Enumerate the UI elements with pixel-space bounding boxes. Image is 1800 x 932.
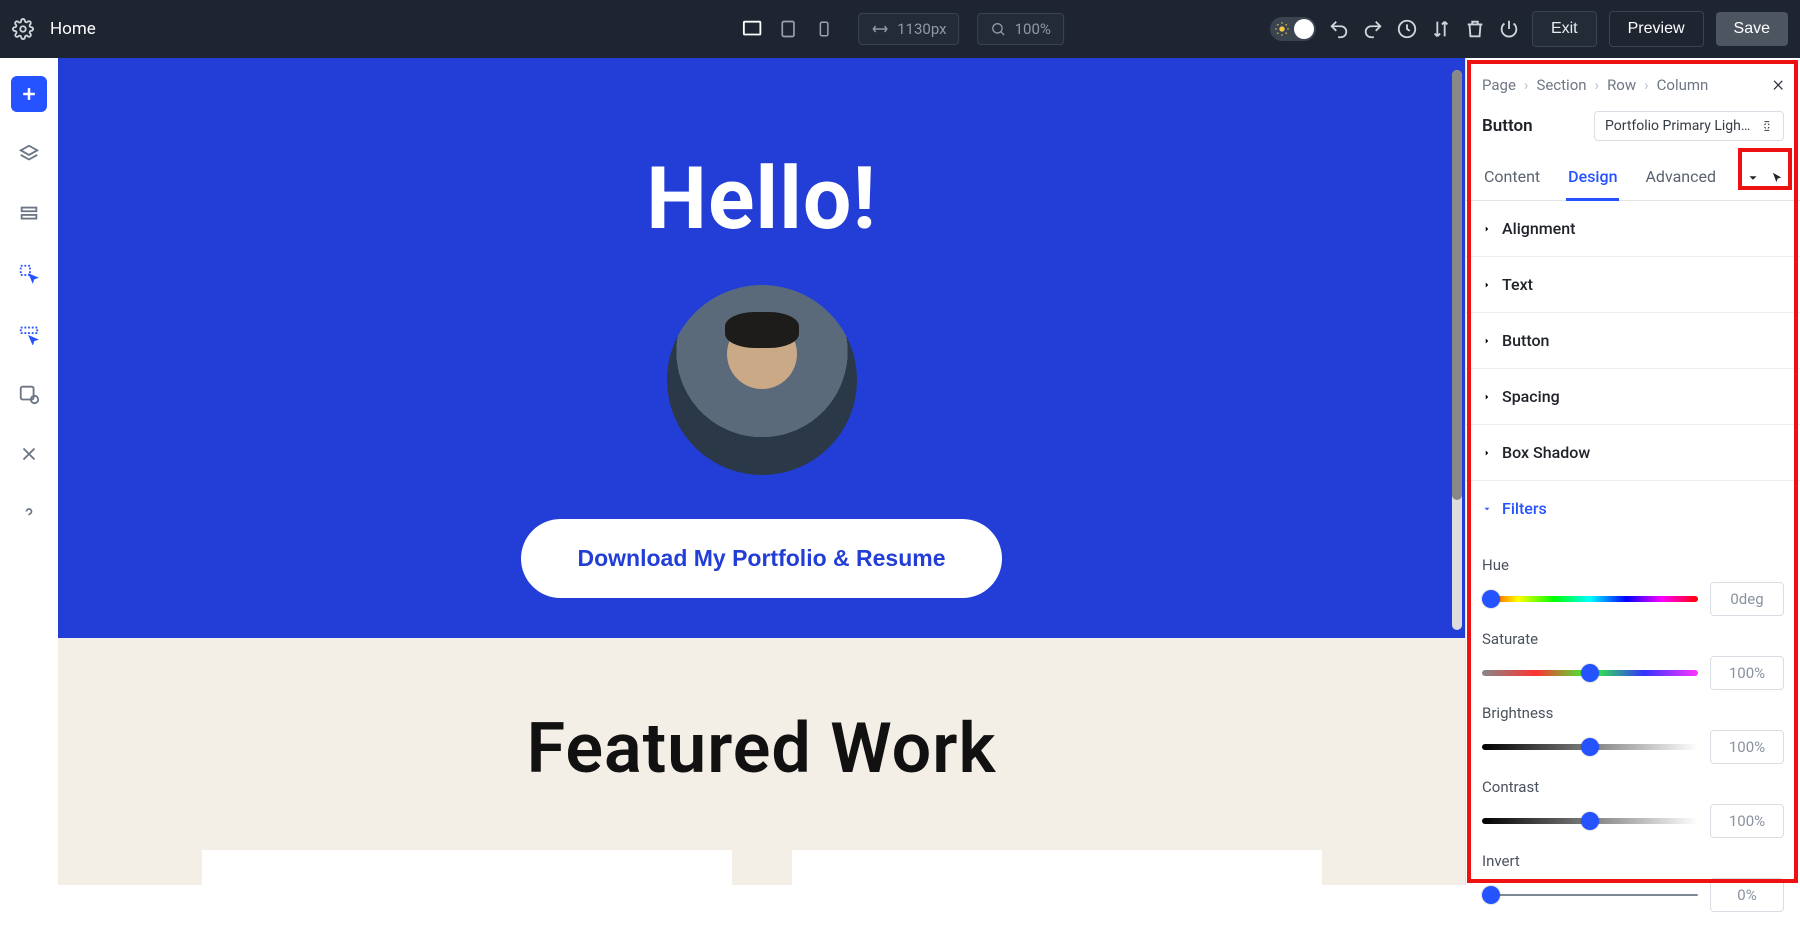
filter-contrast: Contrast 100% <box>1482 778 1784 838</box>
contrast-slider[interactable] <box>1482 818 1698 824</box>
chevron-down-icon[interactable] <box>1746 171 1760 185</box>
device-tablet[interactable] <box>772 13 804 45</box>
help-button[interactable] <box>11 496 47 532</box>
undo-icon[interactable] <box>1328 18 1350 40</box>
toggle-knob <box>1294 19 1314 39</box>
device-switcher <box>736 13 840 45</box>
breadcrumb: Page› Section› Row› Column × <box>1466 58 1800 107</box>
canvas[interactable]: Hello! Download My Portfolio & Resume Fe… <box>58 58 1465 885</box>
featured-section[interactable]: Featured Work <box>58 638 1465 885</box>
brightness-value[interactable]: 100% <box>1710 730 1784 764</box>
hue-slider[interactable] <box>1482 596 1698 602</box>
hero-title[interactable]: Hello! <box>646 148 877 249</box>
power-icon[interactable] <box>1498 18 1520 40</box>
select-mode-button[interactable] <box>11 256 47 292</box>
brightness-slider[interactable] <box>1482 744 1698 750</box>
close-icon[interactable]: × <box>1772 72 1784 97</box>
tools-button[interactable] <box>11 436 47 472</box>
featured-title[interactable]: Featured Work <box>58 708 1465 790</box>
work-card[interactable] <box>202 850 732 885</box>
preset-label: Portfolio Primary Light... <box>1605 118 1753 134</box>
sort-icon[interactable] <box>1430 18 1452 40</box>
trash-icon[interactable] <box>1464 18 1486 40</box>
caret-down-icon <box>1482 504 1492 514</box>
filter-saturate: Saturate 100% <box>1482 630 1784 690</box>
left-toolbar <box>0 58 58 885</box>
breadcrumb-item[interactable]: Section <box>1536 76 1586 94</box>
gear-icon[interactable] <box>12 18 34 40</box>
saturate-slider[interactable] <box>1482 670 1698 676</box>
caret-right-icon <box>1482 336 1492 346</box>
home-link[interactable]: Home <box>50 19 96 39</box>
section-box-shadow[interactable]: Box Shadow <box>1466 425 1800 481</box>
filter-invert: Invert 0% <box>1482 852 1784 912</box>
filter-brightness: Brightness 100% <box>1482 704 1784 764</box>
section-button[interactable]: Button <box>1466 313 1800 369</box>
filter-hue: Hue 0deg <box>1482 556 1784 616</box>
canvas-width-value: 1130px <box>897 20 946 38</box>
work-card[interactable] <box>792 850 1322 885</box>
section-spacing[interactable]: Spacing <box>1466 369 1800 425</box>
database-button[interactable] <box>11 376 47 412</box>
exit-button[interactable]: Exit <box>1532 11 1597 47</box>
invert-value[interactable]: 0% <box>1710 878 1784 912</box>
zoom-value: 100% <box>1015 20 1051 38</box>
canvas-width-input[interactable]: 1130px <box>858 13 959 45</box>
caret-right-icon <box>1482 392 1492 402</box>
tab-design[interactable]: Design <box>1566 155 1619 200</box>
tab-advanced[interactable]: Advanced <box>1643 155 1718 200</box>
breadcrumb-item[interactable]: Column <box>1657 76 1709 94</box>
caret-right-icon <box>1482 280 1492 290</box>
top-bar: Home 1130px 100% Exit Preview Save <box>0 0 1800 58</box>
breadcrumb-item[interactable]: Row <box>1607 76 1636 94</box>
breadcrumb-item[interactable]: Page <box>1482 76 1516 94</box>
preset-select[interactable]: Portfolio Primary Light... <box>1594 111 1784 141</box>
device-desktop[interactable] <box>736 13 768 45</box>
section-alignment[interactable]: Alignment <box>1466 201 1800 257</box>
section-text[interactable]: Text <box>1466 257 1800 313</box>
cursor-icon[interactable] <box>1770 171 1784 185</box>
structure-button[interactable] <box>11 196 47 232</box>
filters-body: Hue 0deg Saturate 100% Brightness 100% C… <box>1466 536 1800 932</box>
tab-content[interactable]: Content <box>1482 155 1542 200</box>
zoom-input[interactable]: 100% <box>978 13 1064 45</box>
avatar-image[interactable] <box>667 285 857 475</box>
canvas-scrollbar[interactable] <box>1452 70 1462 630</box>
caret-right-icon <box>1482 224 1492 234</box>
hero-section[interactable]: Hello! Download My Portfolio & Resume <box>58 58 1465 638</box>
save-button[interactable]: Save <box>1716 12 1788 46</box>
add-element-button[interactable] <box>11 76 47 112</box>
preview-button[interactable]: Preview <box>1609 11 1704 47</box>
caret-right-icon <box>1482 448 1492 458</box>
theme-toggle[interactable] <box>1270 17 1316 41</box>
saturate-value[interactable]: 100% <box>1710 656 1784 690</box>
hue-value[interactable]: 0deg <box>1710 582 1784 616</box>
expand-icon <box>1761 120 1773 132</box>
download-button[interactable]: Download My Portfolio & Resume <box>521 519 1001 598</box>
inspector-tabs: Content Design Advanced <box>1466 155 1800 201</box>
sun-icon <box>1274 21 1290 37</box>
element-name: Button <box>1482 116 1533 136</box>
inspector-panel: Page› Section› Row› Column × Button Port… <box>1465 58 1800 885</box>
redo-icon[interactable] <box>1362 18 1384 40</box>
invert-slider[interactable] <box>1482 894 1698 896</box>
select-container-button[interactable] <box>11 316 47 352</box>
device-mobile[interactable] <box>808 13 840 45</box>
history-icon[interactable] <box>1396 18 1418 40</box>
layers-button[interactable] <box>11 136 47 172</box>
contrast-value[interactable]: 100% <box>1710 804 1784 838</box>
section-filters[interactable]: Filters <box>1466 481 1800 536</box>
